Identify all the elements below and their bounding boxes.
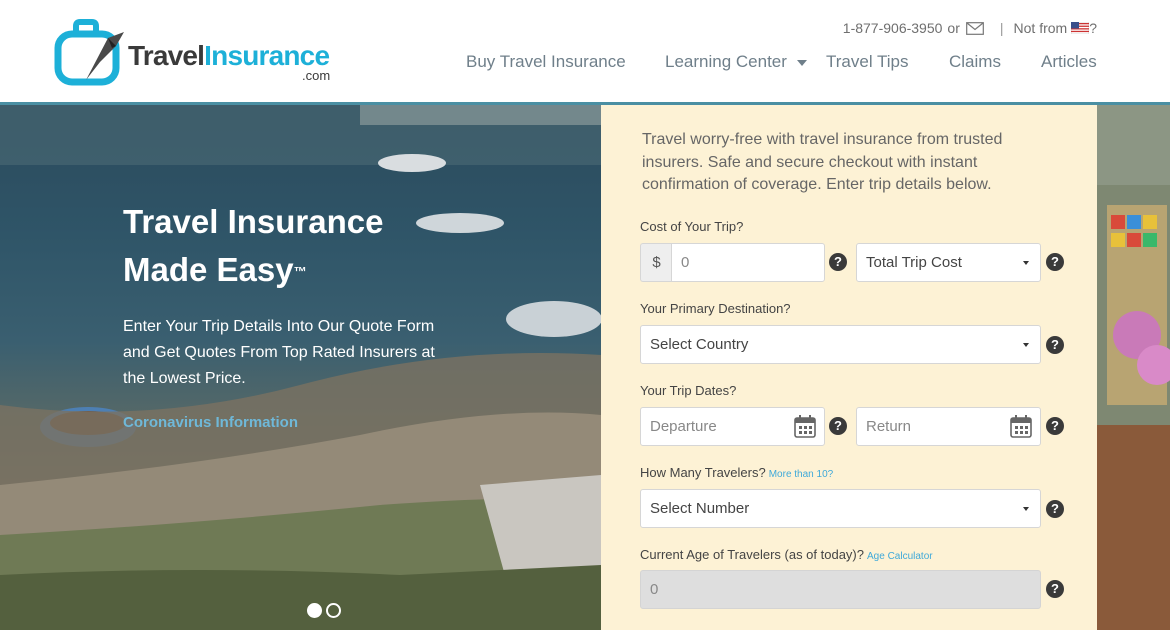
site-header: TravelInsurance .com 1-877-906-3950 or |… — [0, 0, 1170, 103]
hero-banner: Travel Insurance Made Easy™ Enter Your T… — [0, 105, 601, 630]
destination-value: Select Country — [650, 336, 749, 353]
trip-cost-input[interactable]: 0 — [671, 243, 825, 282]
destination-help-icon[interactable]: ? — [1046, 336, 1064, 354]
logo-suffix: .com — [302, 68, 331, 83]
not-from-link[interactable]: Not from — [1014, 20, 1068, 36]
site-logo[interactable]: TravelInsurance .com — [52, 18, 342, 88]
phone-number-link[interactable]: 1-877-906-3950 — [843, 20, 943, 36]
hero-title: Travel Insurance Made Easy™ — [123, 198, 543, 294]
currency-prefix: $ — [640, 243, 672, 282]
traveler-age-input[interactable]: 0 — [640, 570, 1041, 609]
chevron-down-icon — [796, 59, 807, 66]
logo-wordmark: TravelInsurance — [128, 40, 330, 71]
departure-calendar-icon[interactable] — [794, 414, 816, 438]
nav-articles[interactable]: Articles — [1041, 52, 1097, 72]
or-text: or — [947, 20, 960, 36]
carousel-dot-1[interactable] — [307, 603, 322, 618]
hero-right-image — [1097, 105, 1170, 630]
travelers-help-icon[interactable]: ? — [1046, 500, 1064, 518]
traveler-ages-help-icon[interactable]: ? — [1046, 580, 1064, 598]
nav-buy-travel-insurance[interactable]: Buy Travel Insurance — [466, 52, 626, 72]
hero-subtitle: Enter Your Trip Details Into Our Quote F… — [123, 318, 435, 387]
top-utility-bar: 1-877-906-3950 or | Not from ? — [843, 19, 1097, 37]
nav-learning-center[interactable]: Learning Center — [665, 52, 807, 72]
form-intro-text: Travel worry-free with travel insurance … — [642, 131, 1003, 193]
trip-cost-type-help-icon[interactable]: ? — [1046, 253, 1064, 271]
destination-label: Your Primary Destination? — [640, 301, 791, 316]
carousel-dot-2[interactable] — [326, 603, 341, 618]
traveler-ages-label: Current Age of Travelers (as of today)? A… — [640, 547, 933, 562]
age-calculator-link[interactable]: Age Calculator — [867, 551, 933, 562]
logo-word-insurance: Insurance — [204, 40, 330, 71]
return-calendar-icon[interactable] — [1010, 414, 1032, 438]
departure-help-icon[interactable]: ? — [829, 417, 847, 435]
trip-cost-type-select[interactable]: Total Trip Cost — [856, 243, 1041, 282]
trip-cost-label: Cost of Your Trip? — [640, 219, 744, 234]
travelers-count-select[interactable]: Select Number — [640, 489, 1041, 528]
traveler-ages-label-text: Current Age of Travelers (as of today)? — [640, 547, 864, 562]
nav-travel-tips[interactable]: Travel Tips — [826, 52, 909, 72]
not-from-question-mark: ? — [1089, 20, 1097, 36]
coronavirus-info-link[interactable]: Coronavirus Information — [123, 414, 298, 431]
nav-learning-center-label: Learning Center — [665, 52, 787, 71]
travelers-label-text: How Many Travelers? — [640, 465, 766, 480]
hero-title-line2: Made Easy™ — [123, 246, 543, 294]
nav-claims[interactable]: Claims — [949, 52, 1001, 72]
travelers-count-value: Select Number — [650, 500, 750, 517]
hero-title-line2-text: Made Easy — [123, 251, 294, 288]
trip-cost-type-value: Total Trip Cost — [866, 254, 962, 271]
trip-dates-label: Your Trip Dates? — [640, 383, 737, 398]
mail-icon[interactable] — [965, 21, 984, 35]
logo-word-travel: Travel — [128, 40, 205, 71]
carousel-pagination — [307, 603, 341, 618]
hero-right-background-image — [1097, 105, 1170, 630]
return-help-icon[interactable]: ? — [1046, 417, 1064, 435]
topbar-divider: | — [999, 20, 1004, 36]
trip-cost-help-icon[interactable]: ? — [829, 253, 847, 271]
trademark-symbol: ™ — [293, 264, 307, 279]
return-placeholder: Return — [866, 418, 912, 435]
departure-placeholder: Departure — [650, 418, 717, 435]
suitcase-plane-logo-icon — [54, 19, 124, 86]
more-than-10-link[interactable]: More than 10? — [769, 469, 834, 480]
destination-select[interactable]: Select Country — [640, 325, 1041, 364]
hero-title-line1: Travel Insurance — [123, 203, 384, 240]
travelers-label: How Many Travelers? More than 10? — [640, 465, 833, 480]
us-flag-icon[interactable] — [1071, 22, 1090, 34]
